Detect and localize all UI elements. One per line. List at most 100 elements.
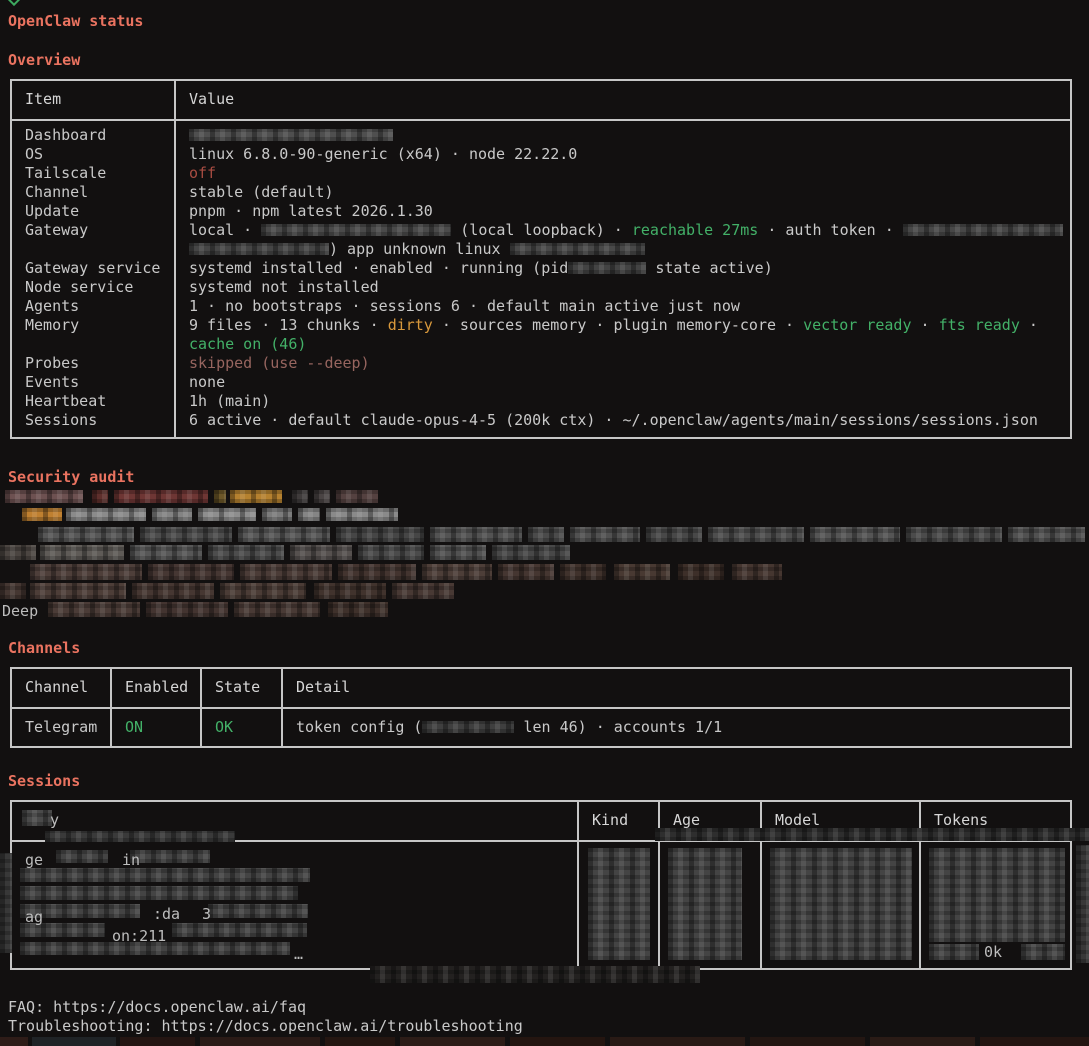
prompt-diamond-icon: [7, 0, 21, 6]
redacted-block: [678, 564, 724, 580]
redacted-text: [261, 224, 451, 236]
text-segment: 6 active · default claude-opus-4-5 (200k…: [189, 411, 1038, 429]
redacted-block: [208, 545, 284, 560]
redacted-block: [646, 527, 702, 542]
channels-heading: Channels: [8, 639, 80, 658]
text-segment: dirty: [388, 316, 433, 334]
redacted-text: [510, 243, 645, 255]
overview-item-value: local · (local loopback) · reachable 27m…: [175, 221, 1071, 259]
value-line: ) app unknown linux: [189, 240, 1070, 259]
value-line: off: [189, 164, 1070, 183]
redacted-block: [292, 490, 308, 503]
bottom-redacted-strip: [0, 1037, 1089, 1046]
redacted-block: [610, 1037, 745, 1046]
redacted-block: [48, 602, 140, 617]
channel-enabled-cell: ON: [111, 708, 201, 747]
footer-links: FAQ: https://docs.openclaw.ai/faq Troubl…: [8, 998, 523, 1036]
troubleshooting-link[interactable]: Troubleshooting: https://docs.openclaw.a…: [8, 1017, 523, 1036]
overview-item-value: linux 6.8.0-90-generic (x64) · node 22.2…: [175, 145, 1071, 164]
redacted-block: [40, 545, 124, 560]
channel-state-cell: OK: [201, 708, 282, 747]
security-audit-heading: Security audit: [8, 468, 134, 487]
overview-row: Dashboard: [11, 120, 1071, 145]
redacted-block: [732, 564, 782, 580]
overview-item-label: Gateway: [11, 221, 175, 259]
redacted-block: [338, 564, 416, 580]
value-line: systemd not installed: [189, 278, 1070, 297]
redacted-block: [430, 527, 522, 542]
redacted-block: [38, 527, 134, 542]
text-segment: reachable 27ms: [632, 221, 758, 239]
redacted-line-fragment: Deep: [2, 602, 38, 621]
overview-row: Agents 1 · no bootstraps · sessions 6 · d…: [11, 297, 1071, 316]
value-line: none: [189, 373, 1070, 392]
redacted-block: [230, 490, 282, 503]
value-line: [189, 126, 1070, 145]
redacted-cell-fragment: ge: [25, 851, 43, 870]
overview-row: Events none: [11, 373, 1071, 392]
value-line: stable (default): [189, 183, 1070, 202]
redacted-block: [0, 583, 26, 599]
page-title: OpenClaw status: [8, 12, 143, 31]
overview-table: ItemValue DashboardOSlinux 6.8.0-90-gene…: [10, 79, 1072, 439]
overview-row: Updatepnpm · npm latest 2026.1.30: [11, 202, 1071, 221]
redacted-block: [120, 1037, 195, 1046]
redacted-block: [1021, 944, 1065, 960]
redacted-header-fragment: y: [50, 811, 59, 830]
security-audit-redacted-content: Deep: [0, 488, 1089, 620]
overview-item-value: 1h (main): [175, 392, 1071, 411]
sessions-redacted-cell: 0k: [920, 841, 1071, 969]
redacted-text: [568, 262, 646, 274]
redacted-cell-fragment: :da: [153, 905, 180, 924]
value-line: pnpm · npm latest 2026.1.30: [189, 202, 1070, 221]
overview-item-label: Agents: [11, 297, 175, 316]
value-line: 6 active · default claude-opus-4-5 (200k…: [189, 411, 1070, 430]
overview-item-value: 9 files · 13 chunks · dirty · sources me…: [175, 316, 1071, 354]
redacted-block: [30, 564, 142, 580]
overview-item-value: 1 · no bootstraps · sessions 6 · default…: [175, 297, 1071, 316]
overview-column-header: Item: [11, 80, 175, 120]
redacted-block: [980, 1037, 1089, 1046]
redacted-block: [140, 527, 232, 542]
redacted-block: [870, 1037, 975, 1046]
redacted-block: [498, 564, 554, 580]
terminal-output: OpenClaw status Overview ItemValue Dashb…: [0, 0, 1089, 1046]
redacted-block: [0, 545, 36, 560]
value-line: 9 files · 13 chunks · dirty · sources me…: [189, 316, 1070, 335]
redacted-cell-fragment: ag: [25, 908, 43, 927]
overview-row: Sessions6 active · default claude-opus-4…: [11, 411, 1071, 438]
overview-item-value: skipped (use --deep): [175, 354, 1071, 373]
sessions-redacted-cell: [659, 841, 761, 969]
text-segment: 9 files · 13 chunks ·: [189, 316, 388, 334]
redacted-block: [146, 602, 228, 617]
overview-item-label: Memory: [11, 316, 175, 354]
text-segment: 1 · no bootstraps · sessions 6 · default…: [189, 297, 740, 315]
text-segment: state active): [646, 259, 772, 277]
overview-row: Memory 9 files · 13 chunks · dirty · sour…: [11, 316, 1071, 354]
text-segment: token config (: [296, 718, 422, 736]
redacted-block: [510, 1037, 605, 1046]
value-line: 1 · no bootstraps · sessions 6 · default…: [189, 297, 1070, 316]
redacted-block: [929, 944, 979, 960]
value-line: 1h (main): [189, 392, 1070, 411]
sessions-table: yKindAgeModelTokens geinag:da3on:211…0k: [10, 800, 1072, 970]
channels-column-header: State: [201, 668, 282, 708]
redacted-block: [172, 923, 307, 937]
redacted-cell-fragment: …: [294, 945, 303, 964]
overview-item-value: off: [175, 164, 1071, 183]
sessions-heading: Sessions: [8, 772, 80, 791]
redacted-block: [238, 527, 330, 542]
value-line: systemd installed · enabled · running (p…: [189, 259, 1070, 278]
overview-item-label: Events: [11, 373, 175, 392]
overview-item-label: Probes: [11, 354, 175, 373]
redacted-block: [392, 583, 454, 599]
text-segment: off: [189, 164, 216, 182]
redacted-block: [200, 1037, 320, 1046]
redacted-block: [929, 848, 1065, 942]
text-segment: skipped (use --deep): [189, 354, 370, 372]
text-segment: linux 6.8.0-90-generic (x64) · node 22.2…: [189, 145, 577, 163]
redacted-block: [1008, 527, 1085, 542]
redacted-block: [56, 850, 108, 863]
faq-link[interactable]: FAQ: https://docs.openclaw.ai/faq: [8, 998, 523, 1017]
redacted-block: [214, 490, 226, 503]
